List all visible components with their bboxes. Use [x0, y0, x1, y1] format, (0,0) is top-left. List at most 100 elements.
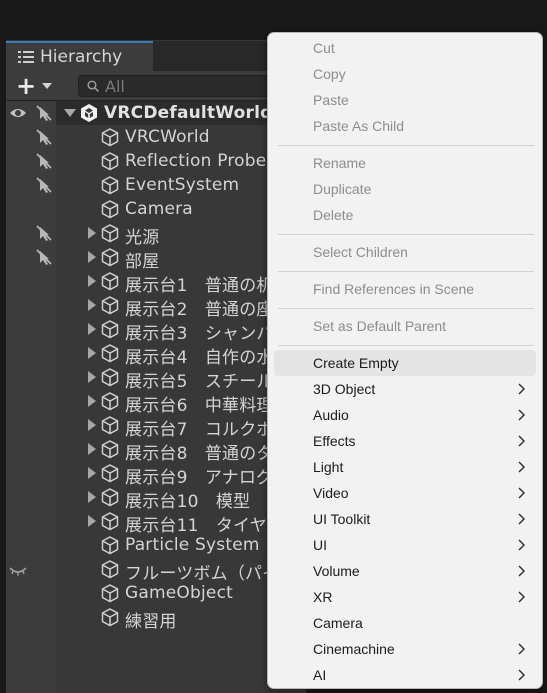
menu-item-label: Select Children [313, 244, 408, 260]
expand-arrow-icon[interactable] [88, 299, 96, 311]
menu-item-select-children: Select Children [274, 239, 536, 265]
pickable-toggle-icon[interactable] [35, 248, 53, 266]
expand-arrow-icon[interactable] [88, 467, 96, 479]
expand-arrow-icon[interactable] [88, 227, 96, 239]
menu-item-xr[interactable]: XR [274, 584, 536, 610]
expand-arrow-open-icon[interactable] [64, 109, 76, 117]
pickable-toggle-icon[interactable] [35, 128, 53, 146]
hierarchy-row[interactable]: 展示台11 タイヤ [6, 509, 306, 536]
plus-icon: + [16, 72, 37, 100]
tab-hierarchy-label: Hierarchy [40, 47, 123, 67]
gameobject-cube-icon [101, 200, 119, 219]
menu-item-camera[interactable]: Camera [274, 610, 536, 636]
menu-item-ai[interactable]: AI [274, 662, 536, 688]
chevron-right-icon [518, 383, 525, 395]
menu-item-effects[interactable]: Effects [274, 428, 536, 454]
expand-arrow-icon[interactable] [88, 419, 96, 431]
menu-item-label: UI Toolkit [313, 511, 371, 527]
expand-arrow-icon[interactable] [88, 347, 96, 359]
hidden-eye-icon[interactable] [9, 560, 27, 578]
pickable-toggle-icon[interactable] [35, 224, 53, 242]
menu-item-label: 3D Object [313, 381, 376, 397]
expand-arrow-icon[interactable] [88, 275, 96, 287]
hierarchy-row[interactable]: GameObject [6, 581, 306, 605]
gameobject-cube-icon [101, 584, 119, 603]
gameobject-cube-icon [101, 416, 119, 435]
menu-item-label: Video [313, 485, 349, 501]
gameobject-cube-icon [101, 224, 119, 243]
menu-item-label: XR [313, 589, 333, 605]
gameobject-cube-icon [101, 248, 119, 267]
hierarchy-row[interactable]: 部屋 [6, 245, 306, 272]
hierarchy-row[interactable]: 光源 [6, 221, 306, 248]
menu-item-delete: Delete [274, 202, 536, 228]
hierarchy-row[interactable]: 展示台4 自作の水 [6, 341, 306, 368]
pickable-toggle-icon[interactable] [35, 104, 53, 122]
menu-item-ui[interactable]: UI [274, 532, 536, 558]
hierarchy-row[interactable]: Camera [6, 197, 306, 221]
menu-item-paste: Paste [274, 87, 536, 113]
hierarchy-row[interactable]: 展示台1 普通の机 [6, 269, 306, 296]
row-label: Reflection Probe [125, 151, 267, 171]
expand-arrow-icon[interactable] [88, 491, 96, 503]
expand-arrow-icon[interactable] [88, 371, 96, 383]
menu-item-label: Volume [313, 563, 360, 579]
row-label: 練習用 [125, 612, 177, 632]
hierarchy-row[interactable]: 展示台2 普通の座 [6, 293, 306, 320]
hierarchy-row[interactable]: フルーツボム（パイン [6, 557, 306, 584]
menu-item-cinemachine[interactable]: Cinemachine [274, 636, 536, 662]
search-input[interactable] [105, 76, 255, 96]
menu-item-label: Light [313, 459, 344, 475]
menu-separator [278, 234, 534, 235]
expand-arrow-icon[interactable] [88, 515, 96, 527]
gameobject-cube-icon [101, 536, 119, 555]
menu-item-light[interactable]: Light [274, 454, 536, 480]
hierarchy-row[interactable]: EventSystem [6, 173, 306, 197]
hierarchy-toolbar: + [6, 71, 308, 101]
hierarchy-row[interactable]: VRCWorld [6, 125, 306, 149]
expand-arrow-icon[interactable] [88, 443, 96, 455]
gameobject-cube-icon [101, 488, 119, 507]
hierarchy-row[interactable]: 展示台9 アナログ時 [6, 461, 306, 488]
menu-item-volume[interactable]: Volume [274, 558, 536, 584]
hierarchy-row[interactable]: 練習用 [6, 605, 306, 632]
gameobject-cube-icon [101, 440, 119, 459]
expand-arrow-icon[interactable] [88, 251, 96, 263]
row-label: EventSystem [125, 175, 240, 195]
chevron-right-icon [518, 409, 525, 421]
hierarchy-row[interactable]: 展示台8 普通のタ [6, 437, 306, 464]
hierarchy-row[interactable]: Reflection Probe [6, 149, 306, 173]
gameobject-cube-icon [101, 392, 119, 411]
menu-item-label: Audio [313, 407, 349, 423]
menu-item-label: Find References in Scene [313, 281, 475, 297]
menu-item-label: Effects [313, 433, 356, 449]
scene-row[interactable]: VRCDefaultWorld [6, 101, 306, 125]
hierarchy-row[interactable]: 展示台10 模型 [6, 485, 306, 512]
menu-item-3d-object[interactable]: 3D Object [274, 376, 536, 402]
hierarchy-row[interactable]: 展示台5 スチール [6, 365, 306, 392]
hierarchy-row[interactable]: Particle System [6, 533, 306, 557]
menu-item-create-empty[interactable]: Create Empty [274, 350, 536, 376]
hierarchy-row[interactable]: 展示台6 中華料理 [6, 389, 306, 416]
hierarchy-row[interactable]: 展示台7 コルクボー [6, 413, 306, 440]
chevron-right-icon [518, 435, 525, 447]
chevron-right-icon [518, 591, 525, 603]
tab-hierarchy[interactable]: Hierarchy [6, 41, 153, 71]
pickable-toggle-icon[interactable] [35, 152, 53, 170]
gameobject-cube-icon [101, 128, 119, 147]
menu-item-video[interactable]: Video [274, 480, 536, 506]
expand-arrow-icon[interactable] [88, 395, 96, 407]
chevron-right-icon [518, 487, 525, 499]
menu-item-copy: Copy [274, 61, 536, 87]
visibility-eye-icon[interactable] [9, 104, 27, 122]
menu-item-audio[interactable]: Audio [274, 402, 536, 428]
pickable-toggle-icon[interactable] [35, 176, 53, 194]
search-icon [87, 80, 99, 92]
gameobject-cube-icon [101, 608, 119, 627]
expand-arrow-icon[interactable] [88, 323, 96, 335]
context-menu: Cut Copy Paste Paste As Child Rename Duplicat… [267, 32, 543, 689]
gameobject-cube-icon [101, 320, 119, 339]
add-object-button[interactable]: + [16, 74, 66, 98]
menu-item-ui-toolkit[interactable]: UI Toolkit [274, 506, 536, 532]
hierarchy-row[interactable]: 展示台3 シャンパン [6, 317, 306, 344]
